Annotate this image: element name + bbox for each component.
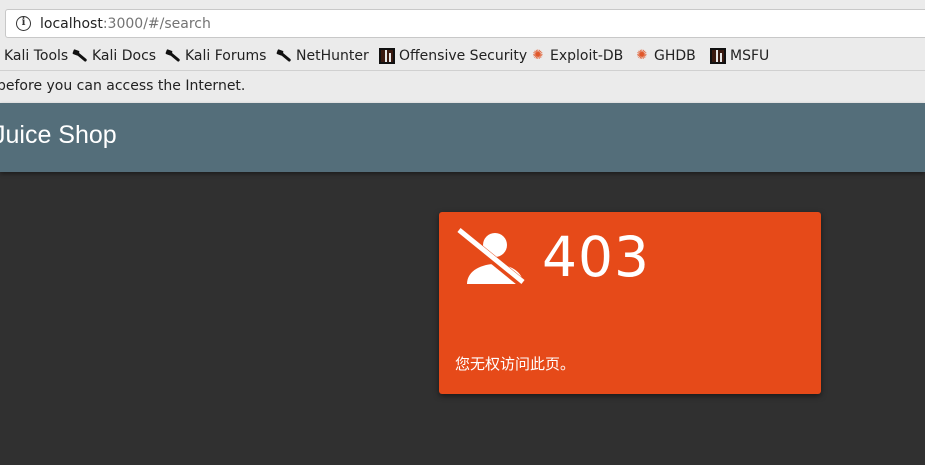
bookmark-label: Exploit-DB bbox=[550, 48, 624, 64]
url-text[interactable]: localhost:3000/#/search bbox=[40, 16, 211, 32]
bookmark-label: MSFU bbox=[730, 48, 770, 64]
bookmark-label: Kali Docs bbox=[92, 48, 157, 64]
bookmark-nethunter[interactable]: NetHunter bbox=[276, 46, 369, 66]
error-code: 403 bbox=[542, 225, 650, 289]
bookmark-msfu[interactable]: MSFU bbox=[710, 46, 769, 66]
no-user-icon bbox=[456, 228, 525, 286]
app-toolbar: Juice Shop bbox=[0, 103, 925, 172]
url-path: :3000/#/search bbox=[102, 16, 211, 32]
error-message: 您无权访问此页。 bbox=[455, 355, 576, 373]
bookmark-kali-docs[interactable]: Kali Docs bbox=[72, 46, 156, 66]
bookmark-kali-forums[interactable]: Kali Forums bbox=[165, 46, 266, 66]
site-info-icon[interactable]: i bbox=[16, 16, 31, 31]
bookmark-label: Kali Tools bbox=[4, 48, 69, 64]
url-bar[interactable]: i localhost:3000/#/search bbox=[5, 9, 925, 38]
bookmark-label: Offensive Security bbox=[399, 48, 528, 64]
exploit-db-icon: ✺ bbox=[636, 48, 648, 63]
offsec-icon bbox=[710, 48, 726, 64]
offsec-icon bbox=[379, 48, 395, 64]
kali-dragon-icon bbox=[165, 48, 181, 64]
bookmark-kali-tools[interactable]: Kali Tools bbox=[0, 46, 68, 66]
url-host: localhost bbox=[40, 16, 103, 32]
bookmark-label: GHDB bbox=[654, 48, 696, 64]
bookmark-offensive-security[interactable]: Offensive Security bbox=[379, 46, 527, 66]
bookmark-exploit-db[interactable]: ✺ Exploit-DB bbox=[530, 46, 624, 66]
kali-dragon-icon bbox=[72, 48, 88, 64]
error-card: 403 您无权访问此页。 bbox=[439, 212, 821, 394]
bookmarks-bar: Kali Tools Kali Docs Kali Forums NetHunt… bbox=[0, 43, 925, 69]
bookmark-label: NetHunter bbox=[296, 48, 369, 64]
captive-portal-notice: before you can access the Internet. bbox=[0, 70, 925, 103]
bookmark-label: Kali Forums bbox=[185, 48, 267, 64]
browser-chrome: i localhost:3000/#/search Kali Tools Kal… bbox=[0, 0, 925, 103]
bookmark-ghdb[interactable]: ✺ GHDB bbox=[634, 46, 696, 66]
exploit-db-icon: ✺ bbox=[532, 48, 544, 63]
app-title[interactable]: Juice Shop bbox=[0, 121, 117, 150]
notice-text: before you can access the Internet. bbox=[0, 78, 246, 94]
kali-dragon-icon bbox=[276, 48, 292, 64]
